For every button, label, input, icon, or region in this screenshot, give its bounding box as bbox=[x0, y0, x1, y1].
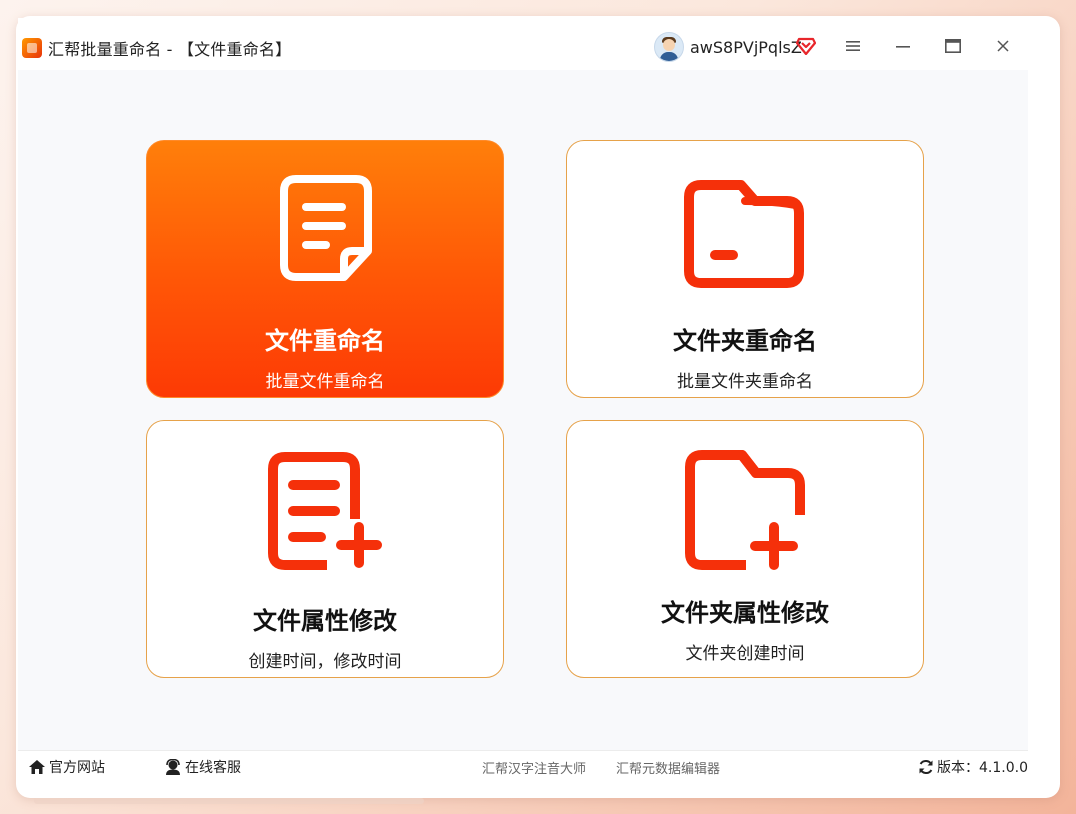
official-website-label: 官方网站 bbox=[49, 760, 105, 776]
maximize-icon bbox=[945, 39, 961, 53]
card-file-rename[interactable]: 文件重命名 批量文件重命名 bbox=[146, 140, 504, 398]
home-icon bbox=[29, 760, 45, 774]
minimize-button[interactable] bbox=[886, 30, 920, 62]
online-support-link[interactable]: 在线客服 bbox=[164, 757, 241, 777]
minimize-icon bbox=[896, 46, 910, 48]
card-file-attributes[interactable]: 文件属性修改 创建时间，修改时间 bbox=[146, 420, 504, 678]
pinyin-master-link[interactable]: 汇帮汉字注音大师 bbox=[482, 758, 586, 777]
folder-add-icon bbox=[685, 450, 805, 570]
card-folder-rename[interactable]: 文件夹重命名 批量文件夹重命名 bbox=[566, 140, 924, 398]
taskbar-shadow bbox=[34, 798, 424, 804]
version-info[interactable]: 版本：4.1.0.0 bbox=[918, 757, 1028, 777]
card-subtitle: 文件夹创建时间 bbox=[685, 644, 805, 664]
menu-icon bbox=[846, 41, 860, 51]
user-avatar[interactable] bbox=[654, 32, 684, 62]
main-content: 文件重命名 批量文件重命名 文件夹重命名 批量文件夹重命名 文件属性修改 创建时… bbox=[18, 70, 1028, 750]
online-support-label: 在线客服 bbox=[185, 760, 241, 776]
menu-button[interactable] bbox=[836, 30, 870, 62]
document-add-icon bbox=[268, 452, 382, 570]
card-title: 文件夹属性修改 bbox=[661, 599, 829, 627]
close-button[interactable] bbox=[986, 30, 1020, 62]
version-label: 版本：4.1.0.0 bbox=[937, 760, 1028, 776]
document-icon bbox=[280, 175, 372, 281]
status-bar: 官方网站 在线客服 汇帮汉字注音大师 汇帮元数据编辑器 版本：4.1.0.0 bbox=[18, 750, 1028, 781]
card-folder-attributes[interactable]: 文件夹属性修改 文件夹创建时间 bbox=[566, 420, 924, 678]
maximize-button[interactable] bbox=[936, 30, 970, 62]
official-website-link[interactable]: 官方网站 bbox=[28, 757, 105, 777]
card-subtitle: 批量文件夹重命名 bbox=[677, 372, 813, 392]
vip-diamond-icon[interactable] bbox=[796, 37, 816, 55]
window-title: 汇帮批量重命名 - 【文件重命名】 bbox=[48, 40, 292, 59]
card-subtitle: 创建时间，修改时间 bbox=[248, 652, 402, 672]
app-logo-icon bbox=[22, 38, 42, 58]
card-title: 文件重命名 bbox=[265, 327, 385, 355]
close-icon bbox=[997, 40, 1009, 52]
title-bar: 汇帮批量重命名 - 【文件重命名】 awS8PVjPqlsZ bbox=[18, 18, 1028, 71]
card-title: 文件属性修改 bbox=[253, 607, 397, 635]
username[interactable]: awS8PVjPqlsZ bbox=[690, 38, 802, 57]
refresh-icon bbox=[919, 759, 933, 775]
card-subtitle: 批量文件重命名 bbox=[265, 372, 385, 392]
folder-icon bbox=[684, 180, 804, 288]
headset-icon bbox=[166, 759, 180, 775]
metadata-editor-link[interactable]: 汇帮元数据编辑器 bbox=[616, 758, 720, 777]
card-title: 文件夹重命名 bbox=[673, 327, 817, 355]
